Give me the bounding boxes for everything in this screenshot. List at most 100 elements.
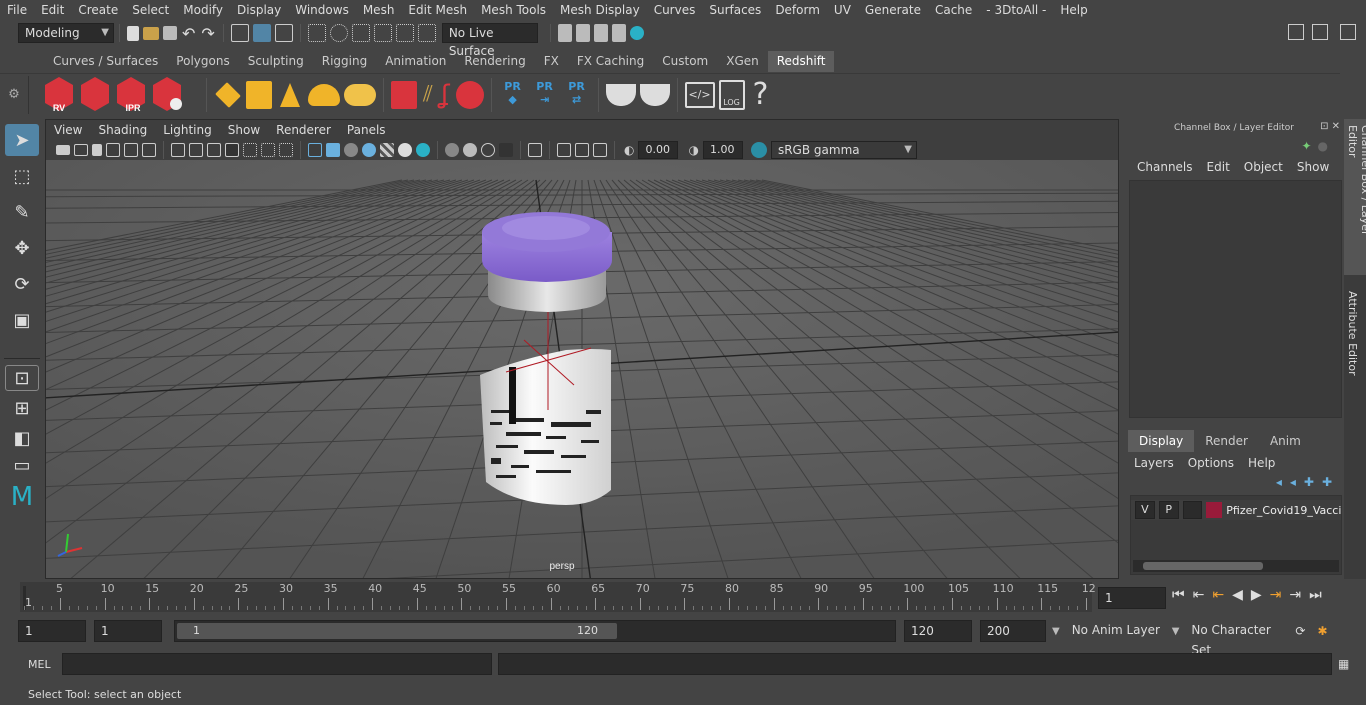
- new-layer-selected-icon[interactable]: ✚: [1322, 475, 1332, 489]
- mel-label[interactable]: MEL: [28, 658, 60, 671]
- shelf-tab-curves-surfaces[interactable]: Curves / Surfaces: [44, 51, 167, 72]
- viewport-menu-lighting[interactable]: Lighting: [155, 120, 220, 140]
- grease-pencil-icon[interactable]: [142, 143, 156, 157]
- field-chart-icon[interactable]: [243, 143, 257, 157]
- shelf-tab-rendering[interactable]: Rendering: [455, 51, 534, 72]
- step-forward-key-icon[interactable]: ⇥: [1289, 587, 1301, 603]
- layer-menu-help[interactable]: Help: [1248, 456, 1275, 470]
- channel-box-menu-object[interactable]: Object: [1239, 160, 1288, 174]
- render-frame-icon[interactable]: [557, 24, 572, 42]
- backface-icon[interactable]: [593, 143, 607, 157]
- sync-icon[interactable]: ●: [1318, 139, 1328, 153]
- menu-uv[interactable]: UV: [827, 0, 858, 20]
- gamma-field[interactable]: 1.00: [702, 141, 743, 159]
- channel-box-menu-channels[interactable]: Channels: [1132, 160, 1198, 174]
- move-tool-icon[interactable]: ✥: [5, 232, 39, 264]
- smooth-shade-icon[interactable]: [326, 143, 340, 157]
- colorspace-dropdown[interactable]: sRGB gamma ▼: [770, 141, 917, 159]
- layer-visibility-toggle[interactable]: V: [1135, 501, 1155, 519]
- menu-deform[interactable]: Deform: [768, 0, 827, 20]
- script-editor-icon[interactable]: </>: [684, 81, 715, 108]
- lasso-tool-icon[interactable]: ⬚: [5, 160, 39, 192]
- isolate-select-icon[interactable]: [528, 143, 542, 157]
- log-icon[interactable]: LOG: [718, 79, 745, 110]
- new-scene-icon[interactable]: [127, 25, 139, 41]
- layer-playback-toggle[interactable]: P: [1158, 501, 1179, 519]
- light-grid-icon[interactable]: [246, 80, 272, 109]
- light-sun-icon[interactable]: [344, 83, 376, 106]
- menu-edit[interactable]: Edit: [34, 0, 71, 20]
- playback-start-field[interactable]: 1: [94, 620, 162, 642]
- exposure-field[interactable]: 0.00: [638, 141, 679, 159]
- shelf-tab-polygons[interactable]: Polygons: [167, 51, 238, 72]
- viewport-canvas[interactable]: persp: [46, 160, 1118, 578]
- menu-help[interactable]: Help: [1053, 0, 1094, 20]
- side-tab-attribute-editor[interactable]: Attribute Editor: [1344, 285, 1361, 395]
- xray-active-icon[interactable]: [575, 143, 589, 157]
- wireframe-icon[interactable]: [308, 143, 322, 157]
- rotate-tool-icon[interactable]: ⟳: [5, 268, 39, 300]
- four-pane-icon[interactable]: ⊞: [5, 395, 39, 421]
- menu-edit-mesh[interactable]: Edit Mesh: [401, 0, 474, 20]
- snap-point-icon[interactable]: [351, 24, 370, 42]
- channel-box-menu-edit[interactable]: Edit: [1202, 160, 1235, 174]
- step-back-frame-icon[interactable]: ⇤: [1212, 587, 1224, 603]
- viewport-menu-view[interactable]: View: [46, 120, 90, 140]
- menu-generate[interactable]: Generate: [858, 0, 928, 20]
- char-set-dropdown-icon[interactable]: ▼: [1172, 626, 1180, 637]
- film-gate-icon[interactable]: [189, 143, 203, 157]
- save-scene-icon[interactable]: [163, 26, 177, 40]
- layer-scrollbar-thumb[interactable]: [1143, 562, 1263, 570]
- shelf-tab-rigging[interactable]: Rigging: [313, 51, 376, 72]
- shelf-tab-animation[interactable]: Animation: [376, 51, 455, 72]
- range-slider-thumb[interactable]: [177, 623, 617, 639]
- menu-3dtoall[interactable]: - 3DtoAll -: [979, 0, 1053, 20]
- outliner-icon[interactable]: ▭: [5, 455, 39, 476]
- default-material-icon[interactable]: [344, 143, 358, 157]
- resolution-gate-icon[interactable]: [207, 143, 221, 157]
- shelf-tab-fx[interactable]: FX: [535, 51, 568, 72]
- panel-close-icon[interactable]: ⊡ ✕: [1320, 121, 1340, 132]
- camera-lock-icon[interactable]: [74, 144, 88, 156]
- hair-icon[interactable]: ⫽: [423, 82, 433, 107]
- menu-select[interactable]: Select: [125, 0, 176, 20]
- layer-type-toggle[interactable]: [1182, 501, 1203, 519]
- snap-view-icon[interactable]: [373, 24, 392, 42]
- camera-select-icon[interactable]: [56, 145, 70, 155]
- color-management-icon[interactable]: [750, 142, 767, 158]
- shelf-tab-redshift[interactable]: Redshift: [767, 51, 835, 72]
- step-back-key-icon[interactable]: ⇤: [1193, 587, 1205, 603]
- play-forward-icon[interactable]: ▶: [1251, 587, 1262, 603]
- menu-display[interactable]: Display: [230, 0, 288, 20]
- open-scene-icon[interactable]: [143, 26, 159, 40]
- lights-icon[interactable]: [398, 143, 412, 157]
- step-forward-frame-icon[interactable]: ⇥: [1270, 587, 1282, 603]
- layer-tab-anim[interactable]: Anim: [1259, 430, 1312, 452]
- light-area-icon[interactable]: [215, 81, 241, 108]
- textured-icon[interactable]: [380, 143, 394, 157]
- current-frame-field[interactable]: 1: [1098, 587, 1166, 609]
- material-ball-icon[interactable]: [455, 80, 484, 109]
- shelf-settings-icon[interactable]: ⚙: [0, 87, 28, 102]
- snap-pivot-icon[interactable]: [417, 24, 436, 42]
- 2d-pan-icon[interactable]: [124, 143, 138, 157]
- viewport-menu-renderer[interactable]: Renderer: [268, 120, 339, 140]
- side-tab-channel-box[interactable]: Channel Box / Layer Editor: [1344, 119, 1366, 275]
- menu-file[interactable]: File: [0, 0, 34, 20]
- start-time-field[interactable]: 1: [18, 620, 86, 642]
- viewport-menu-shading[interactable]: Shading: [90, 120, 155, 140]
- menu-windows[interactable]: Windows: [288, 0, 356, 20]
- menu-modify[interactable]: Modify: [176, 0, 230, 20]
- gate-mask-icon[interactable]: [225, 143, 239, 157]
- time-slider[interactable]: 1 5 10 15 20 25 30 35 40 45 50 55 60 65 70 75 80 85 90 95 1…: [20, 582, 1096, 612]
- pr-swap-icon[interactable]: PR ⇄: [563, 80, 591, 110]
- layer-scrollbar[interactable]: [1133, 560, 1339, 572]
- move-layer-down-icon[interactable]: ◂: [1290, 475, 1296, 489]
- move-layer-up-icon[interactable]: ◂: [1276, 475, 1282, 489]
- motion-blur-icon[interactable]: [463, 143, 477, 157]
- menu-mesh[interactable]: Mesh: [356, 0, 402, 20]
- select-object-icon[interactable]: [252, 24, 271, 42]
- layer-tab-display[interactable]: Display: [1128, 430, 1195, 452]
- paint-select-icon[interactable]: ✎: [5, 196, 39, 228]
- modeling-toolkit-icon[interactable]: [1288, 24, 1306, 42]
